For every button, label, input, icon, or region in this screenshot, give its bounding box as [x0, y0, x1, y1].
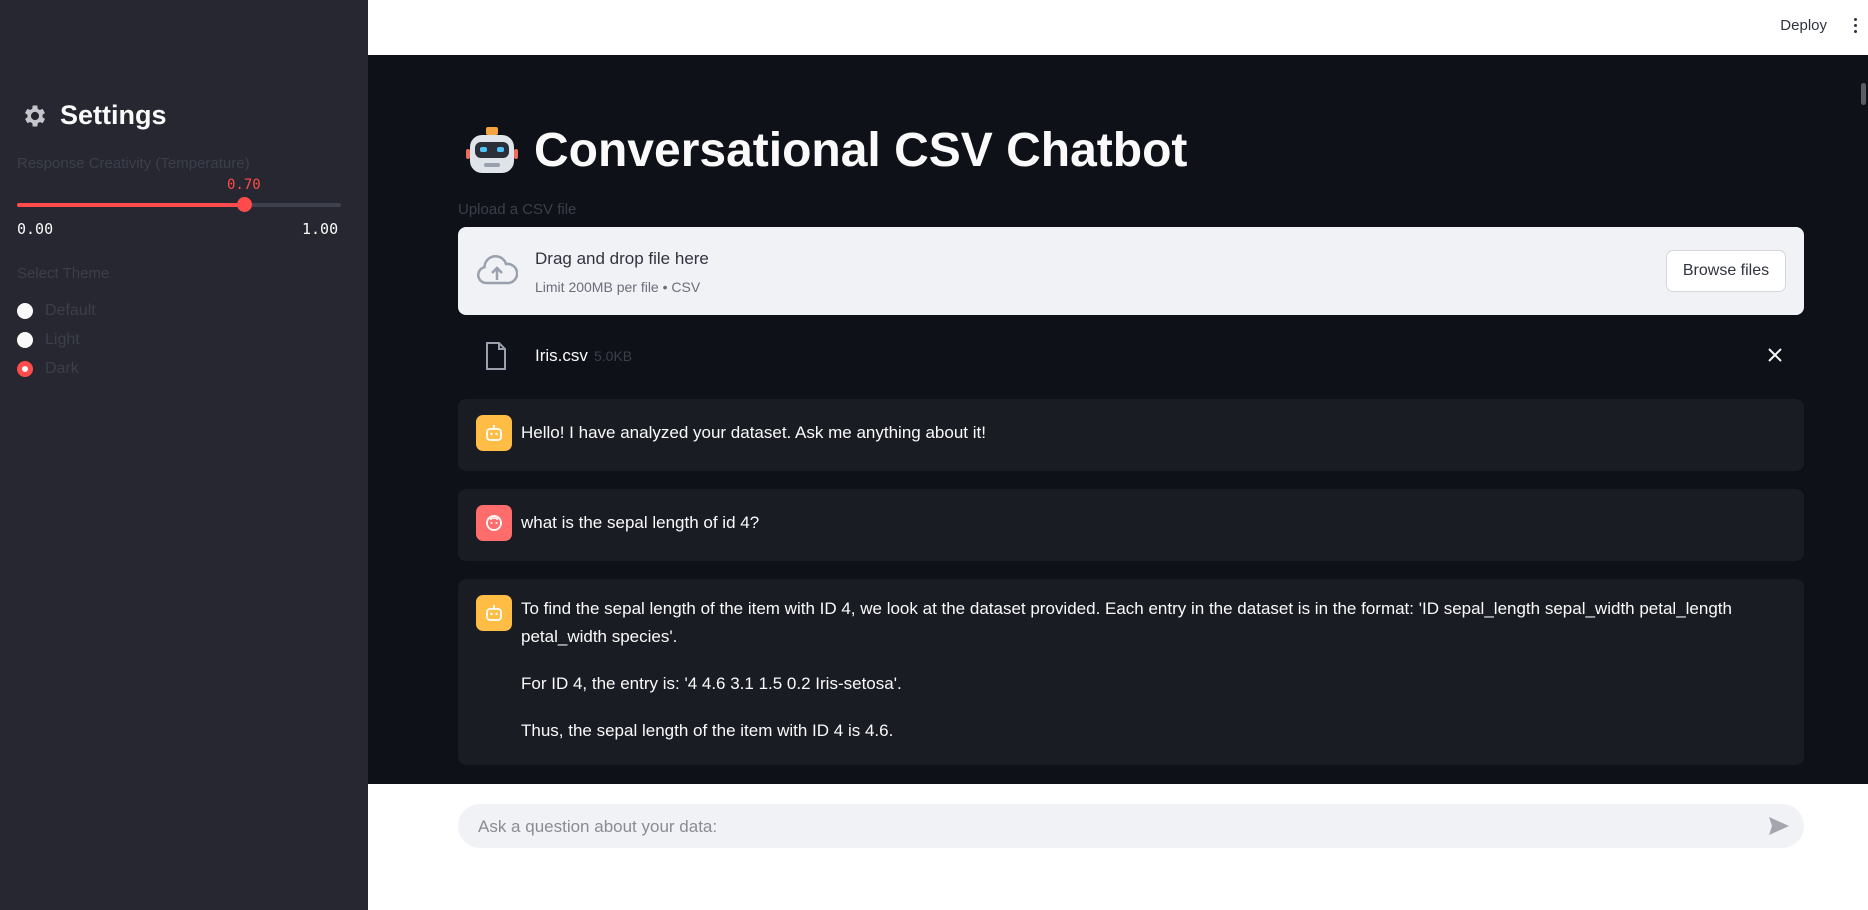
app-header: Deploy: [368, 0, 1868, 55]
close-icon[interactable]: [1766, 346, 1784, 364]
chat-message-assistant: Hello! I have analyzed your dataset. Ask…: [458, 399, 1804, 471]
send-icon[interactable]: [1768, 816, 1790, 836]
gear-icon: [20, 101, 50, 131]
radio-label: Light: [45, 330, 80, 348]
message-text: Hello! I have analyzed your dataset. Ask…: [521, 423, 986, 442]
slider-min-label: 0.00: [17, 220, 54, 238]
chat-message-assistant: To find the sepal length of the item wit…: [458, 579, 1804, 765]
theme-option-light[interactable]: Light: [17, 325, 96, 354]
kebab-menu-icon[interactable]: [1852, 18, 1858, 33]
dropzone-title: Drag and drop file here: [535, 249, 709, 268]
radio-button[interactable]: [17, 302, 33, 319]
theme-option-default[interactable]: Default: [17, 296, 96, 325]
theme-option-dark[interactable]: Dark: [17, 354, 96, 383]
slider-max-label: 1.00: [302, 220, 339, 238]
scrollbar[interactable]: [1861, 83, 1866, 105]
message-text: To find the sepal length of the item wit…: [521, 599, 1732, 646]
page-title-text: Conversational CSV Chatbot: [534, 124, 1188, 177]
page-title: Conversational CSV Chatbot: [466, 123, 1187, 178]
chat-input-area: [368, 784, 1868, 910]
user-avatar-icon: [476, 505, 512, 541]
robot-icon: [466, 126, 518, 173]
uploaded-file: Iris.csv 5.0KB: [458, 330, 1804, 382]
assistant-avatar-icon: [476, 595, 512, 631]
file-size: 5.0KB: [594, 348, 633, 364]
temperature-slider[interactable]: [17, 197, 341, 212]
file-icon: [486, 342, 506, 370]
sidebar: Settings Response Creativity (Temperatur…: [0, 0, 368, 910]
slider-thumb[interactable]: [237, 197, 252, 212]
chat-input-container: [458, 804, 1804, 850]
main-content: Conversational CSV Chatbot Upload a CSV …: [368, 55, 1868, 784]
upload-label: Upload a CSV file: [458, 201, 577, 218]
slider-fill: [17, 203, 244, 207]
radio-button[interactable]: [17, 331, 33, 348]
dropzone-subtitle: Limit 200MB per file • CSV: [535, 279, 701, 295]
sidebar-title-text: Settings: [60, 100, 167, 130]
file-name: Iris.csv: [535, 346, 588, 365]
browse-files-button[interactable]: Browse files: [1666, 250, 1786, 292]
temperature-slider-label: Response Creativity (Temperature): [17, 155, 250, 172]
file-dropzone[interactable]: Drag and drop file here Limit 200MB per …: [458, 227, 1804, 315]
temperature-slider-value: 0.70: [227, 177, 261, 193]
chat-input[interactable]: [476, 804, 1740, 850]
radio-button-selected[interactable]: [17, 360, 33, 377]
message-text: what is the sepal length of id 4?: [521, 513, 760, 532]
theme-select-label: Select Theme: [17, 265, 110, 282]
cloud-upload-icon: [477, 255, 518, 285]
sidebar-title: Settings: [20, 100, 167, 131]
theme-radio-group: Default Light Dark: [17, 296, 96, 383]
message-text: For ID 4, the entry is: '4 4.6 3.1 1.5 0…: [521, 674, 902, 693]
message-text: Thus, the sepal length of the item with …: [521, 721, 894, 740]
chat-message-user: what is the sepal length of id 4?: [458, 489, 1804, 561]
radio-label: Default: [45, 301, 96, 319]
assistant-avatar-icon: [476, 415, 512, 451]
radio-label: Dark: [45, 359, 79, 377]
deploy-button[interactable]: Deploy: [1780, 17, 1827, 34]
